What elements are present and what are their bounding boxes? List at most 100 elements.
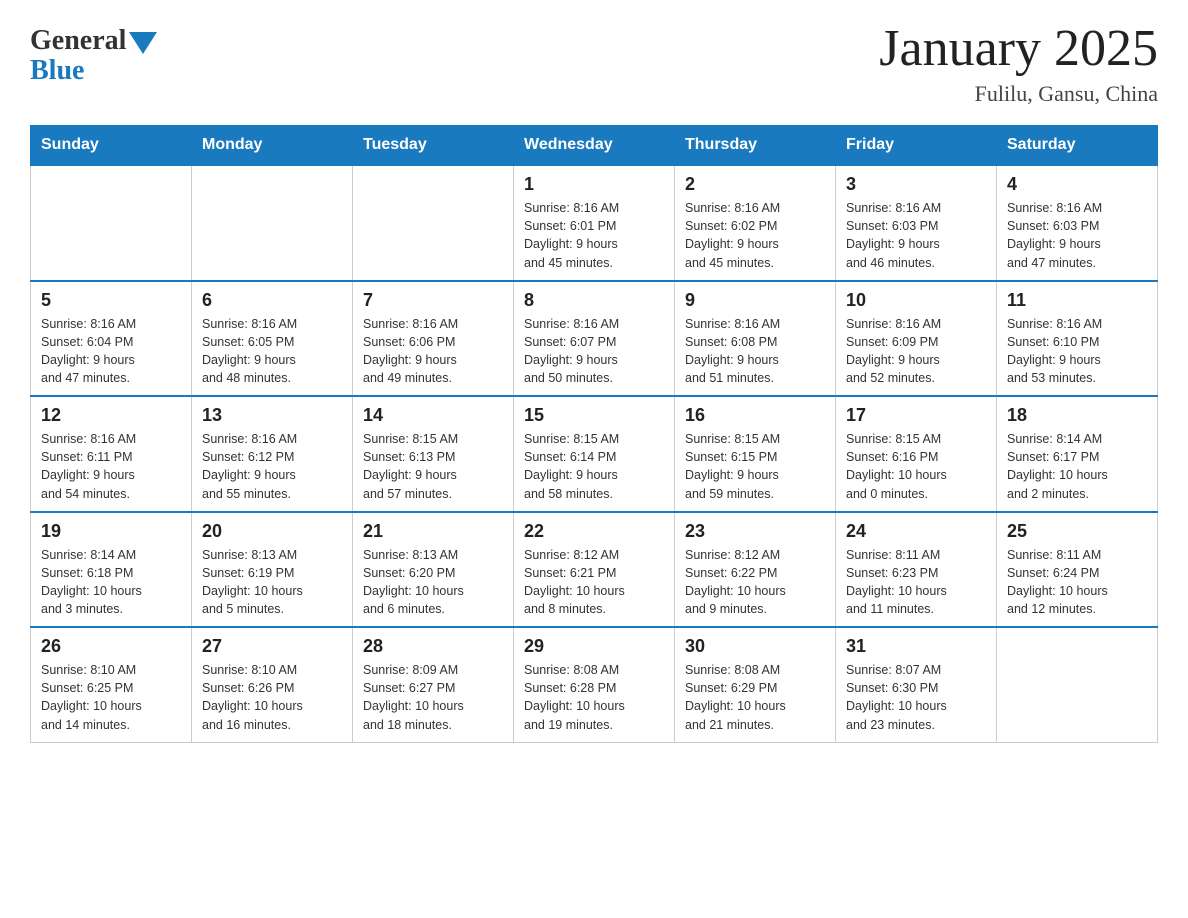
calendar-cell: 3 Sunrise: 8:16 AM Sunset: 6:03 PM Daylig… (836, 165, 997, 281)
day-info-text: Sunrise: 8:12 AM Sunset: 6:22 PM Dayligh… (685, 546, 825, 619)
calendar-cell: 17Sunrise: 8:15 AM Sunset: 6:16 PM Dayli… (836, 396, 997, 512)
day-number: 24 (846, 521, 986, 542)
day-info-text: Sunrise: 8:14 AM Sunset: 6:18 PM Dayligh… (41, 546, 181, 619)
day-number: 6 (202, 290, 342, 311)
day-info-text: Sunrise: 8:07 AM Sunset: 6:30 PM Dayligh… (846, 661, 986, 734)
day-info-text: Sunrise: 8:16 AM Sunset: 6:10 PM Dayligh… (1007, 315, 1147, 388)
day-info-text: Sunrise: 8:16 AM Sunset: 6:02 PM Dayligh… (685, 199, 825, 272)
day-number: 27 (202, 636, 342, 657)
day-info-text: Sunrise: 8:15 AM Sunset: 6:14 PM Dayligh… (524, 430, 664, 503)
day-info-text: Sunrise: 8:12 AM Sunset: 6:21 PM Dayligh… (524, 546, 664, 619)
col-header-thursday: Thursday (675, 126, 836, 166)
col-header-sunday: Sunday (31, 126, 192, 166)
day-info-text: Sunrise: 8:11 AM Sunset: 6:24 PM Dayligh… (1007, 546, 1147, 619)
day-number: 1 (524, 174, 664, 195)
calendar-cell (31, 165, 192, 281)
week-row-1: 1Sunrise: 8:16 AM Sunset: 6:01 PM Daylig… (31, 165, 1158, 281)
calendar-cell: 30 Sunrise: 8:08 AM Sunset: 6:29 PM Dayli… (675, 627, 836, 742)
day-info-text: Sunrise: 8:08 AM Sunset: 6:28 PM Dayligh… (524, 661, 664, 734)
calendar-cell: 31 Sunrise: 8:07 AM Sunset: 6:30 PM Dayli… (836, 627, 997, 742)
calendar-cell: 25 Sunrise: 8:11 AM Sunset: 6:24 PM Dayli… (997, 512, 1158, 628)
day-info-text: Sunrise: 8:16 AM Sunset: 6:11 PM Dayligh… (41, 430, 181, 503)
day-info-text: Sunrise: 8:16 AM Sunset: 6:07 PM Dayligh… (524, 315, 664, 388)
calendar-cell: 16 Sunrise: 8:15 AM Sunset: 6:15 PM Dayli… (675, 396, 836, 512)
week-row-2: 5 Sunrise: 8:16 AM Sunset: 6:04 PM Daylig… (31, 281, 1158, 397)
day-number: 19 (41, 521, 181, 542)
day-info-text: Sunrise: 8:10 AM Sunset: 6:25 PM Dayligh… (41, 661, 181, 734)
calendar-cell: 15 Sunrise: 8:15 AM Sunset: 6:14 PM Dayli… (514, 396, 675, 512)
calendar-cell: 6 Sunrise: 8:16 AM Sunset: 6:05 PM Daylig… (192, 281, 353, 397)
day-info-text: Sunrise: 8:15 AM Sunset: 6:15 PM Dayligh… (685, 430, 825, 503)
logo-triangle-icon (129, 32, 157, 54)
day-number: 26 (41, 636, 181, 657)
day-info-text: Sunrise: 8:08 AM Sunset: 6:29 PM Dayligh… (685, 661, 825, 734)
day-info-text: Sunrise: 8:16 AM Sunset: 6:03 PM Dayligh… (846, 199, 986, 272)
week-row-3: 12 Sunrise: 8:16 AM Sunset: 6:11 PM Dayli… (31, 396, 1158, 512)
day-info-text: Sunrise: 8:13 AM Sunset: 6:19 PM Dayligh… (202, 546, 342, 619)
day-number: 12 (41, 405, 181, 426)
day-number: 23 (685, 521, 825, 542)
calendar-cell: 11Sunrise: 8:16 AM Sunset: 6:10 PM Dayli… (997, 281, 1158, 397)
location-subtitle: Fulilu, Gansu, China (879, 81, 1158, 107)
day-number: 29 (524, 636, 664, 657)
day-info-text: Sunrise: 8:14 AM Sunset: 6:17 PM Dayligh… (1007, 430, 1147, 503)
day-info-text: Sunrise: 8:09 AM Sunset: 6:27 PM Dayligh… (363, 661, 503, 734)
day-number: 16 (685, 405, 825, 426)
calendar-cell: 22 Sunrise: 8:12 AM Sunset: 6:21 PM Dayli… (514, 512, 675, 628)
day-number: 30 (685, 636, 825, 657)
day-info-text: Sunrise: 8:16 AM Sunset: 6:08 PM Dayligh… (685, 315, 825, 388)
page-header: General Blue January 2025 Fulilu, Gansu,… (30, 20, 1158, 107)
title-section: January 2025 Fulilu, Gansu, China (879, 20, 1158, 107)
day-number: 22 (524, 521, 664, 542)
day-info-text: Sunrise: 8:16 AM Sunset: 6:12 PM Dayligh… (202, 430, 342, 503)
calendar-table: SundayMondayTuesdayWednesdayThursdayFrid… (30, 125, 1158, 743)
day-number: 18 (1007, 405, 1147, 426)
day-info-text: Sunrise: 8:16 AM Sunset: 6:05 PM Dayligh… (202, 315, 342, 388)
logo-general-text: General (30, 25, 126, 57)
calendar-cell: 21Sunrise: 8:13 AM Sunset: 6:20 PM Dayli… (353, 512, 514, 628)
calendar-cell: 29 Sunrise: 8:08 AM Sunset: 6:28 PM Dayli… (514, 627, 675, 742)
col-header-monday: Monday (192, 126, 353, 166)
col-header-saturday: Saturday (997, 126, 1158, 166)
calendar-cell: 26 Sunrise: 8:10 AM Sunset: 6:25 PM Dayli… (31, 627, 192, 742)
calendar-cell: 1Sunrise: 8:16 AM Sunset: 6:01 PM Daylig… (514, 165, 675, 281)
day-number: 17 (846, 405, 986, 426)
calendar-cell: 28 Sunrise: 8:09 AM Sunset: 6:27 PM Dayli… (353, 627, 514, 742)
day-number: 25 (1007, 521, 1147, 542)
day-info-text: Sunrise: 8:10 AM Sunset: 6:26 PM Dayligh… (202, 661, 342, 734)
calendar-cell (997, 627, 1158, 742)
week-row-5: 26 Sunrise: 8:10 AM Sunset: 6:25 PM Dayli… (31, 627, 1158, 742)
day-info-text: Sunrise: 8:16 AM Sunset: 6:09 PM Dayligh… (846, 315, 986, 388)
calendar-cell: 14Sunrise: 8:15 AM Sunset: 6:13 PM Dayli… (353, 396, 514, 512)
day-number: 3 (846, 174, 986, 195)
calendar-cell: 20 Sunrise: 8:13 AM Sunset: 6:19 PM Dayli… (192, 512, 353, 628)
day-number: 15 (524, 405, 664, 426)
calendar-cell: 2 Sunrise: 8:16 AM Sunset: 6:02 PM Daylig… (675, 165, 836, 281)
calendar-cell: 23 Sunrise: 8:12 AM Sunset: 6:22 PM Dayli… (675, 512, 836, 628)
day-number: 31 (846, 636, 986, 657)
calendar-cell: 4Sunrise: 8:16 AM Sunset: 6:03 PM Daylig… (997, 165, 1158, 281)
calendar-cell: 13Sunrise: 8:16 AM Sunset: 6:12 PM Dayli… (192, 396, 353, 512)
week-row-4: 19 Sunrise: 8:14 AM Sunset: 6:18 PM Dayli… (31, 512, 1158, 628)
calendar-cell: 7Sunrise: 8:16 AM Sunset: 6:06 PM Daylig… (353, 281, 514, 397)
day-number: 5 (41, 290, 181, 311)
day-number: 28 (363, 636, 503, 657)
col-header-tuesday: Tuesday (353, 126, 514, 166)
calendar-header-row: SundayMondayTuesdayWednesdayThursdayFrid… (31, 126, 1158, 166)
calendar-cell (192, 165, 353, 281)
month-title: January 2025 (879, 20, 1158, 77)
day-number: 21 (363, 521, 503, 542)
day-info-text: Sunrise: 8:16 AM Sunset: 6:06 PM Dayligh… (363, 315, 503, 388)
day-number: 20 (202, 521, 342, 542)
col-header-wednesday: Wednesday (514, 126, 675, 166)
day-number: 9 (685, 290, 825, 311)
day-info-text: Sunrise: 8:16 AM Sunset: 6:03 PM Dayligh… (1007, 199, 1147, 272)
day-info-text: Sunrise: 8:11 AM Sunset: 6:23 PM Dayligh… (846, 546, 986, 619)
day-info-text: Sunrise: 8:16 AM Sunset: 6:04 PM Dayligh… (41, 315, 181, 388)
calendar-cell (353, 165, 514, 281)
day-number: 8 (524, 290, 664, 311)
day-number: 2 (685, 174, 825, 195)
calendar-cell: 18 Sunrise: 8:14 AM Sunset: 6:17 PM Dayli… (997, 396, 1158, 512)
logo-blue-text: Blue (30, 55, 84, 87)
calendar-cell: 8 Sunrise: 8:16 AM Sunset: 6:07 PM Daylig… (514, 281, 675, 397)
